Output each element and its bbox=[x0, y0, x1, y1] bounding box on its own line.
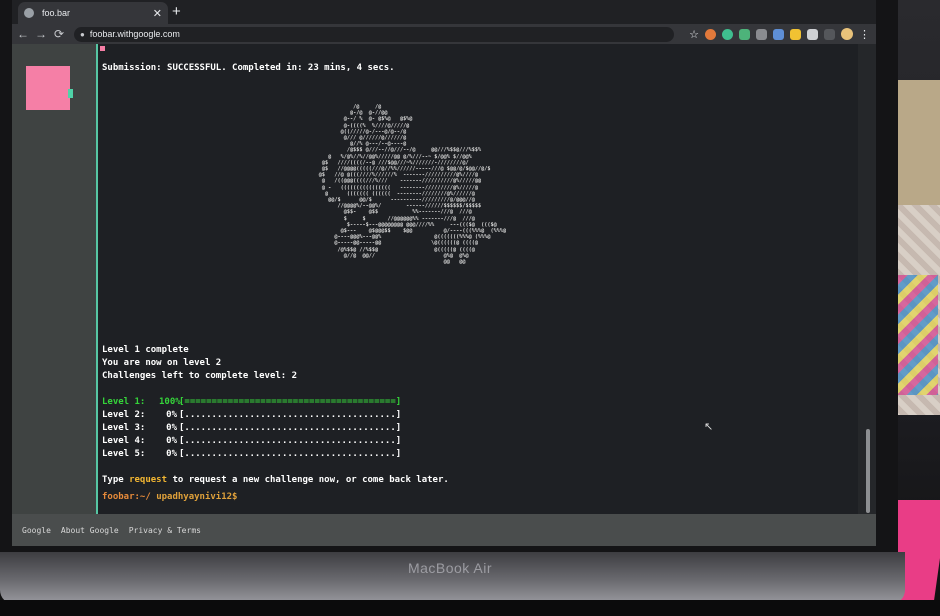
photo-frame: MacBook Air foo.bar ✕ + ← → ⟳ ● foobar.w… bbox=[0, 0, 940, 616]
extension-dark-icon[interactable] bbox=[824, 28, 835, 40]
level-progress-row: Level 4: 0% [...........................… bbox=[102, 435, 401, 448]
submission-status: Submission: SUCCESSFUL. Completed in: 23… bbox=[102, 63, 395, 73]
background-wall bbox=[898, 80, 940, 210]
extension-orange-icon[interactable] bbox=[705, 28, 716, 40]
tab-foobar[interactable]: foo.bar ✕ bbox=[18, 2, 168, 24]
cart-icon[interactable] bbox=[756, 28, 767, 40]
bunny-ascii-art: /@ /@ @-/@ @-//@@ @--/ % @- @$%@ @$%@ @-… bbox=[318, 104, 507, 266]
bookmark-star-icon[interactable]: ☆ bbox=[689, 28, 699, 41]
back-arrow-icon[interactable]: ← bbox=[14, 27, 32, 41]
extension-green-icon[interactable] bbox=[722, 28, 733, 40]
extensions-row: ☆ ⋮ bbox=[689, 26, 870, 42]
new-tab-button[interactable]: + bbox=[172, 3, 181, 20]
request-command[interactable]: request bbox=[129, 475, 167, 485]
level-progress-row: Level 2: 0% [...........................… bbox=[102, 409, 401, 422]
level-label: Level 5: bbox=[102, 449, 146, 459]
prompt-user: upadhyaynivi12$ bbox=[150, 492, 238, 502]
browser-window: foo.bar ✕ + ← → ⟳ ● foobar.withgoogle.co… bbox=[12, 0, 876, 546]
address-bar[interactable]: ● foobar.withgoogle.com bbox=[74, 26, 674, 42]
current-level-line: You are now on level 2 bbox=[102, 358, 222, 368]
prompt-path: foobar:~/ bbox=[102, 492, 151, 502]
footer-link-privacy[interactable]: Privacy & Terms bbox=[129, 526, 201, 535]
challenges-left-line: Challenges left to complete level: 2 bbox=[102, 371, 298, 381]
level-progress-row: Level 5: 0% [...........................… bbox=[102, 448, 401, 461]
mouse-pointer-icon: ↖ bbox=[704, 421, 714, 433]
instruction-line: Type request to request a new challenge … bbox=[102, 474, 449, 487]
instruction-prefix: Type bbox=[102, 475, 130, 485]
level-percent: 0% bbox=[166, 449, 177, 459]
level-progress-bar: [.......................................… bbox=[179, 436, 402, 446]
background-cloth bbox=[892, 205, 940, 415]
device-label: MacBook Air bbox=[407, 560, 493, 576]
close-icon[interactable]: ✕ bbox=[153, 7, 162, 20]
level-progress-bar: [=======================================… bbox=[179, 397, 402, 407]
level-percent: 0% bbox=[166, 436, 177, 446]
terminal-scrollbar[interactable] bbox=[866, 429, 870, 513]
instruction-suffix: to request a new challenge now, or come … bbox=[167, 475, 449, 485]
level-label: Level 3: bbox=[102, 423, 146, 433]
tab-title: foo.bar bbox=[42, 8, 71, 18]
level-progress-bar: [.......................................… bbox=[179, 449, 402, 459]
url-text[interactable]: foobar.withgoogle.com bbox=[90, 29, 180, 39]
left-panel bbox=[12, 44, 96, 514]
page-footer: Google About Google Privacy & Terms bbox=[12, 514, 876, 546]
lock-icon: ● bbox=[80, 29, 85, 39]
footer-link-google[interactable]: Google bbox=[22, 526, 51, 535]
level-progress-bar: [.......................................… bbox=[179, 423, 402, 433]
level-percent: 100% bbox=[159, 397, 181, 407]
menu-icon[interactable]: ⋮ bbox=[859, 28, 870, 41]
tab-strip: foo.bar ✕ + bbox=[12, 0, 876, 24]
extension-box-icon[interactable] bbox=[807, 28, 818, 40]
drive-icon[interactable] bbox=[790, 28, 801, 40]
extension-leaf-icon[interactable] bbox=[739, 28, 750, 40]
level-progress-row: Level 1: 100% [=========================… bbox=[102, 396, 401, 409]
lightning-icon[interactable] bbox=[773, 28, 784, 40]
level-label: Level 2: bbox=[102, 410, 146, 420]
reload-icon[interactable]: ⟳ bbox=[50, 27, 68, 41]
globe-icon bbox=[24, 8, 34, 18]
forward-arrow-icon[interactable]: → bbox=[32, 27, 50, 41]
level-percent: 0% bbox=[166, 410, 177, 420]
level-label: Level 4: bbox=[102, 436, 146, 446]
terminal[interactable]: Submission: SUCCESSFUL. Completed in: 23… bbox=[98, 44, 858, 514]
level-percent: 0% bbox=[166, 423, 177, 433]
command-prompt[interactable]: foobar:~/ upadhyaynivi12$ bbox=[102, 491, 237, 504]
logo-accent bbox=[68, 89, 73, 98]
level-progress-row: Level 3: 0% [...........................… bbox=[102, 422, 401, 435]
level-label: Level 1: bbox=[102, 397, 146, 407]
floor bbox=[0, 600, 940, 616]
foobar-logo bbox=[26, 66, 70, 110]
level-progress-bar: [.......................................… bbox=[179, 410, 402, 420]
profile-avatar[interactable] bbox=[841, 28, 853, 40]
terminal-cursor bbox=[100, 46, 105, 51]
foobar-page: Submission: SUCCESSFUL. Completed in: 23… bbox=[12, 44, 876, 514]
footer-link-about[interactable]: About Google bbox=[61, 526, 119, 535]
level-complete-line: Level 1 complete bbox=[102, 345, 189, 355]
